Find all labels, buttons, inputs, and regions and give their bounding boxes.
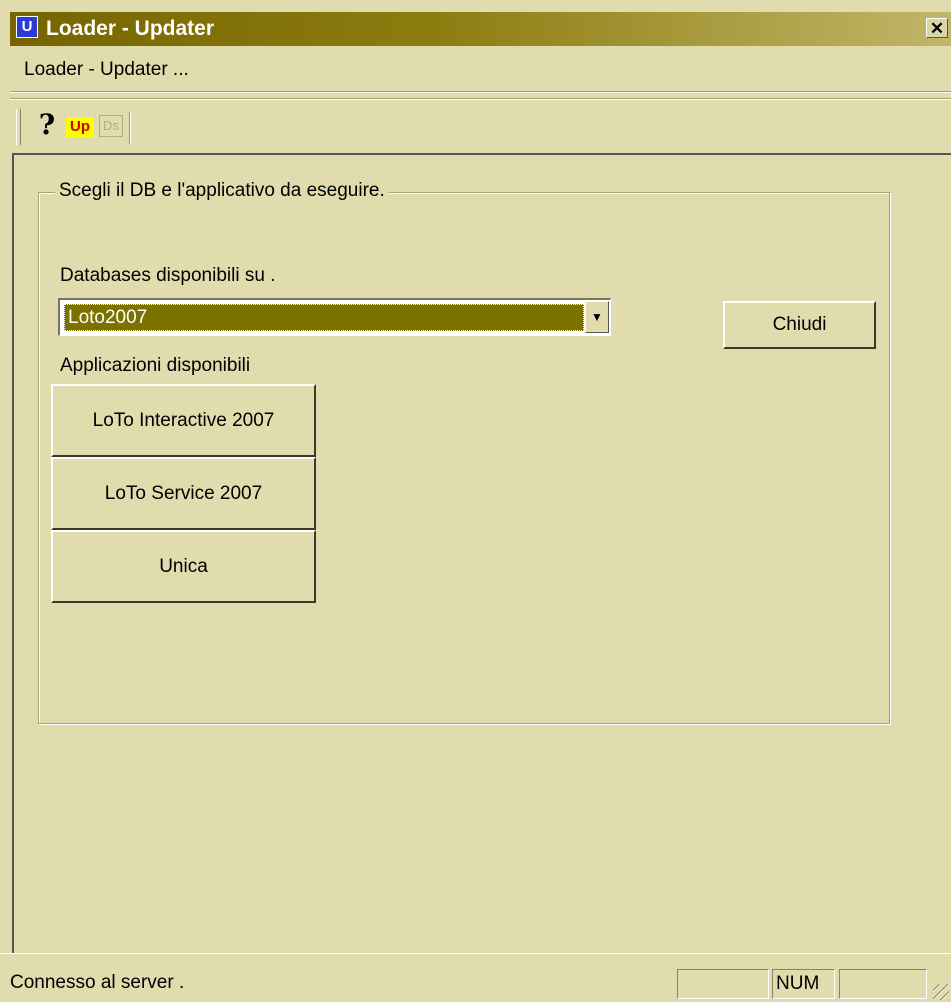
title-bar: U Loader - Updater ✕ xyxy=(10,12,951,46)
resize-grip-icon[interactable] xyxy=(933,984,949,1000)
status-bar: Connesso al server . NUM xyxy=(0,953,951,1002)
window-title: Loader - Updater xyxy=(46,17,215,40)
groupbox-legend: Scegli il DB e l'applicativo da eseguire… xyxy=(55,180,389,202)
toolbar-separator xyxy=(129,112,131,144)
update-button[interactable]: Up xyxy=(66,117,94,137)
toolbar-grip[interactable] xyxy=(16,109,21,145)
app-button-unica[interactable]: Unica xyxy=(51,530,316,603)
close-window-button[interactable]: ✕ xyxy=(926,18,948,38)
app-button-loto-interactive[interactable]: LoTo Interactive 2007 xyxy=(51,384,316,457)
app-icon: U xyxy=(16,16,38,38)
menu-bar: Loader - Updater ... xyxy=(10,50,951,90)
database-select-value[interactable]: Loto2007 xyxy=(64,304,584,331)
app-button-loto-service[interactable]: LoTo Service 2007 xyxy=(51,457,316,530)
status-panel-1 xyxy=(677,969,769,999)
menu-divider xyxy=(10,91,951,93)
status-panel-num: NUM xyxy=(772,969,835,999)
chiudi-button[interactable]: Chiudi xyxy=(723,301,876,349)
toolbar-divider xyxy=(10,98,951,100)
menu-item-loader-updater[interactable]: Loader - Updater ... xyxy=(24,59,189,81)
status-text: Connesso al server . xyxy=(10,972,185,993)
status-panel-3 xyxy=(839,969,927,999)
chevron-down-icon[interactable]: ▼ xyxy=(585,301,609,333)
ds-button[interactable]: Ds xyxy=(99,115,123,137)
help-icon[interactable]: ? xyxy=(34,111,60,139)
toolbar: ? Up Ds xyxy=(10,103,951,151)
databases-label: Databases disponibili su . xyxy=(60,265,276,286)
database-select[interactable]: Loto2007 ▼ xyxy=(58,298,611,336)
applications-label: Applicazioni disponibili xyxy=(60,355,251,376)
